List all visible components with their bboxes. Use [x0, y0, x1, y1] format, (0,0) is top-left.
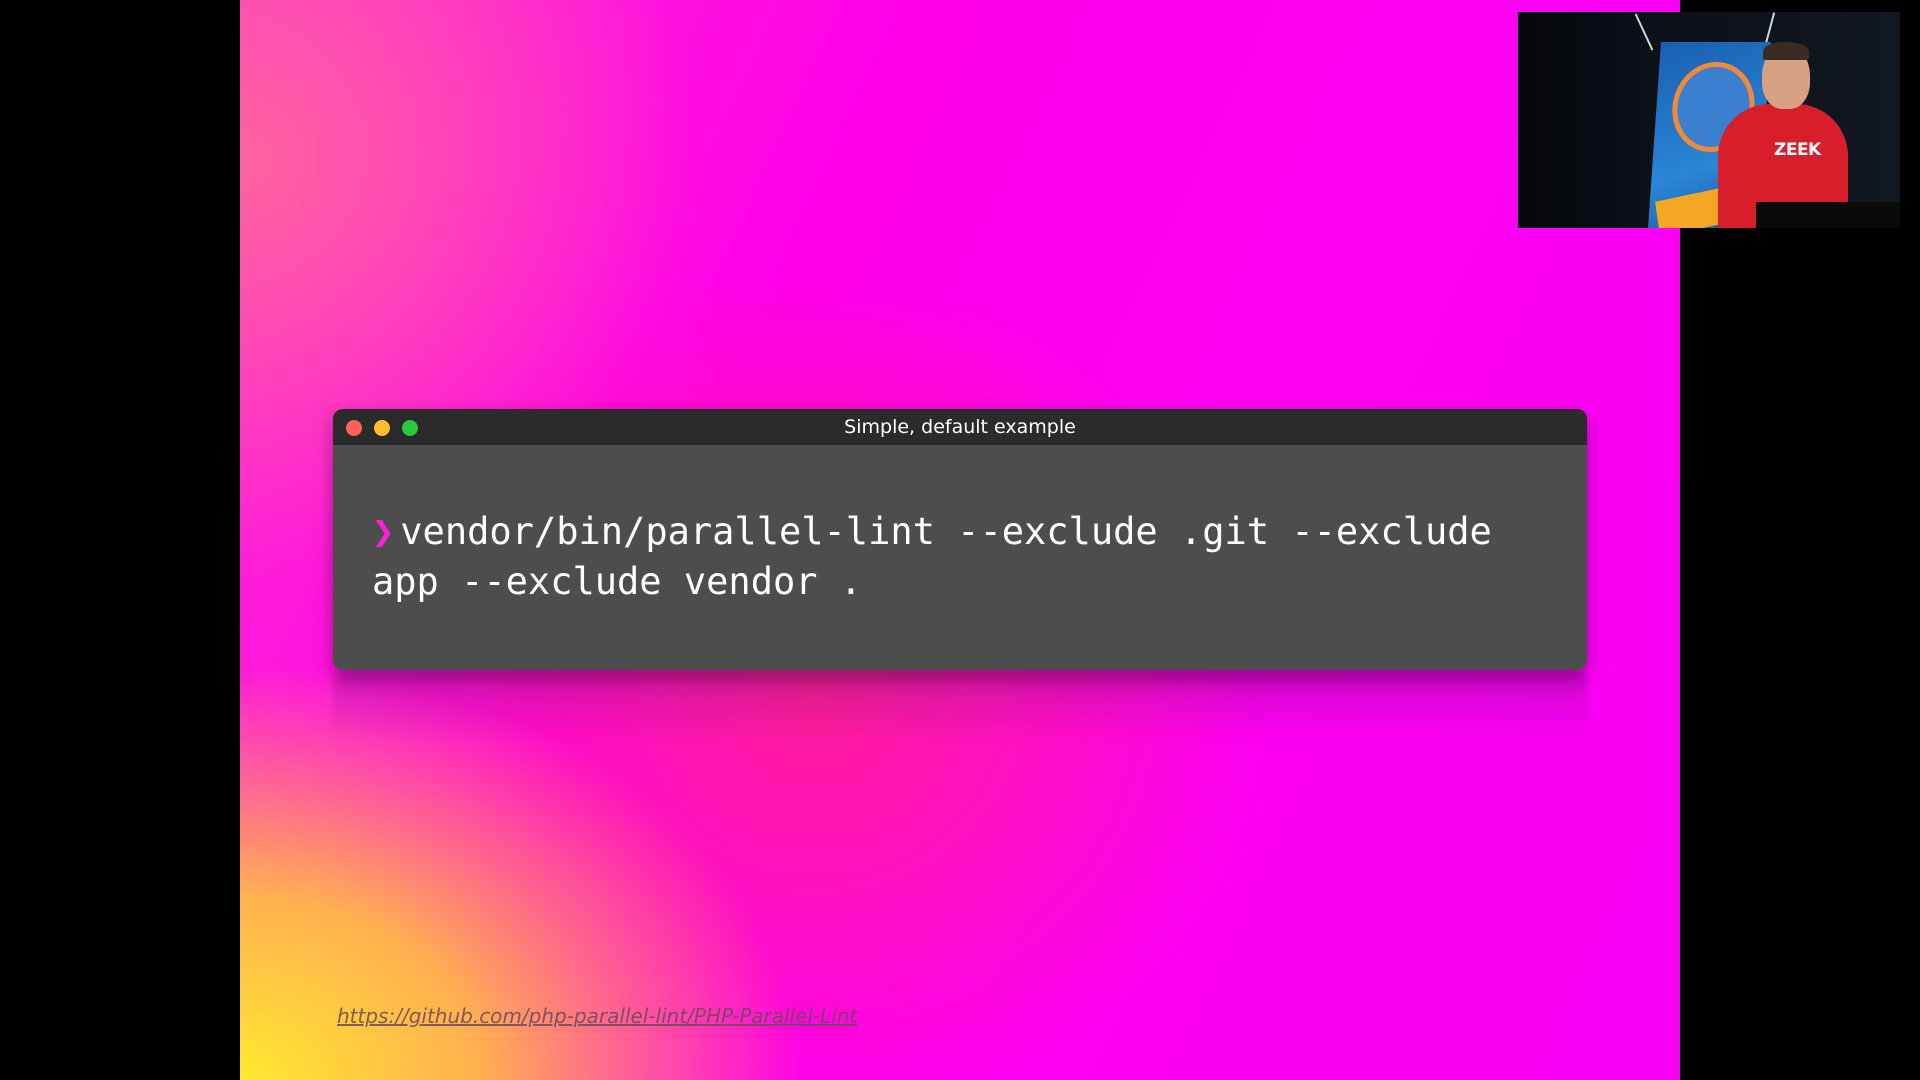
speaker-hair	[1763, 42, 1809, 60]
podium	[1756, 202, 1900, 228]
banner-wire-left	[1634, 13, 1654, 51]
command-text-1: vendor/bin/parallel-lint --exclude .git …	[400, 510, 1492, 553]
terminal-reflection	[333, 672, 1587, 742]
terminal-window: Simple, default example ❯ vendor/bin/para…	[333, 409, 1587, 670]
terminal-titlebar: Simple, default example	[333, 409, 1587, 445]
screen: Simple, default example ❯ vendor/bin/para…	[0, 0, 1920, 1080]
terminal-title: Simple, default example	[844, 416, 1076, 438]
prompt-chevron-icon: ❯	[372, 510, 395, 553]
terminal-content: ❯ vendor/bin/parallel-lint --exclude .git…	[333, 445, 1587, 607]
command-line-1: ❯ vendor/bin/parallel-lint --exclude .git…	[372, 507, 1547, 557]
command-text-2: app --exclude vendor .	[372, 560, 863, 603]
github-link[interactable]: https://github.com/php-parallel-lint/PHP…	[337, 1004, 857, 1028]
speaker-webcam-feed: ZEEK	[1518, 12, 1900, 228]
shirt-logo: ZEEK	[1774, 140, 1821, 160]
presentation-slide: Simple, default example ❯ vendor/bin/para…	[240, 0, 1680, 1080]
